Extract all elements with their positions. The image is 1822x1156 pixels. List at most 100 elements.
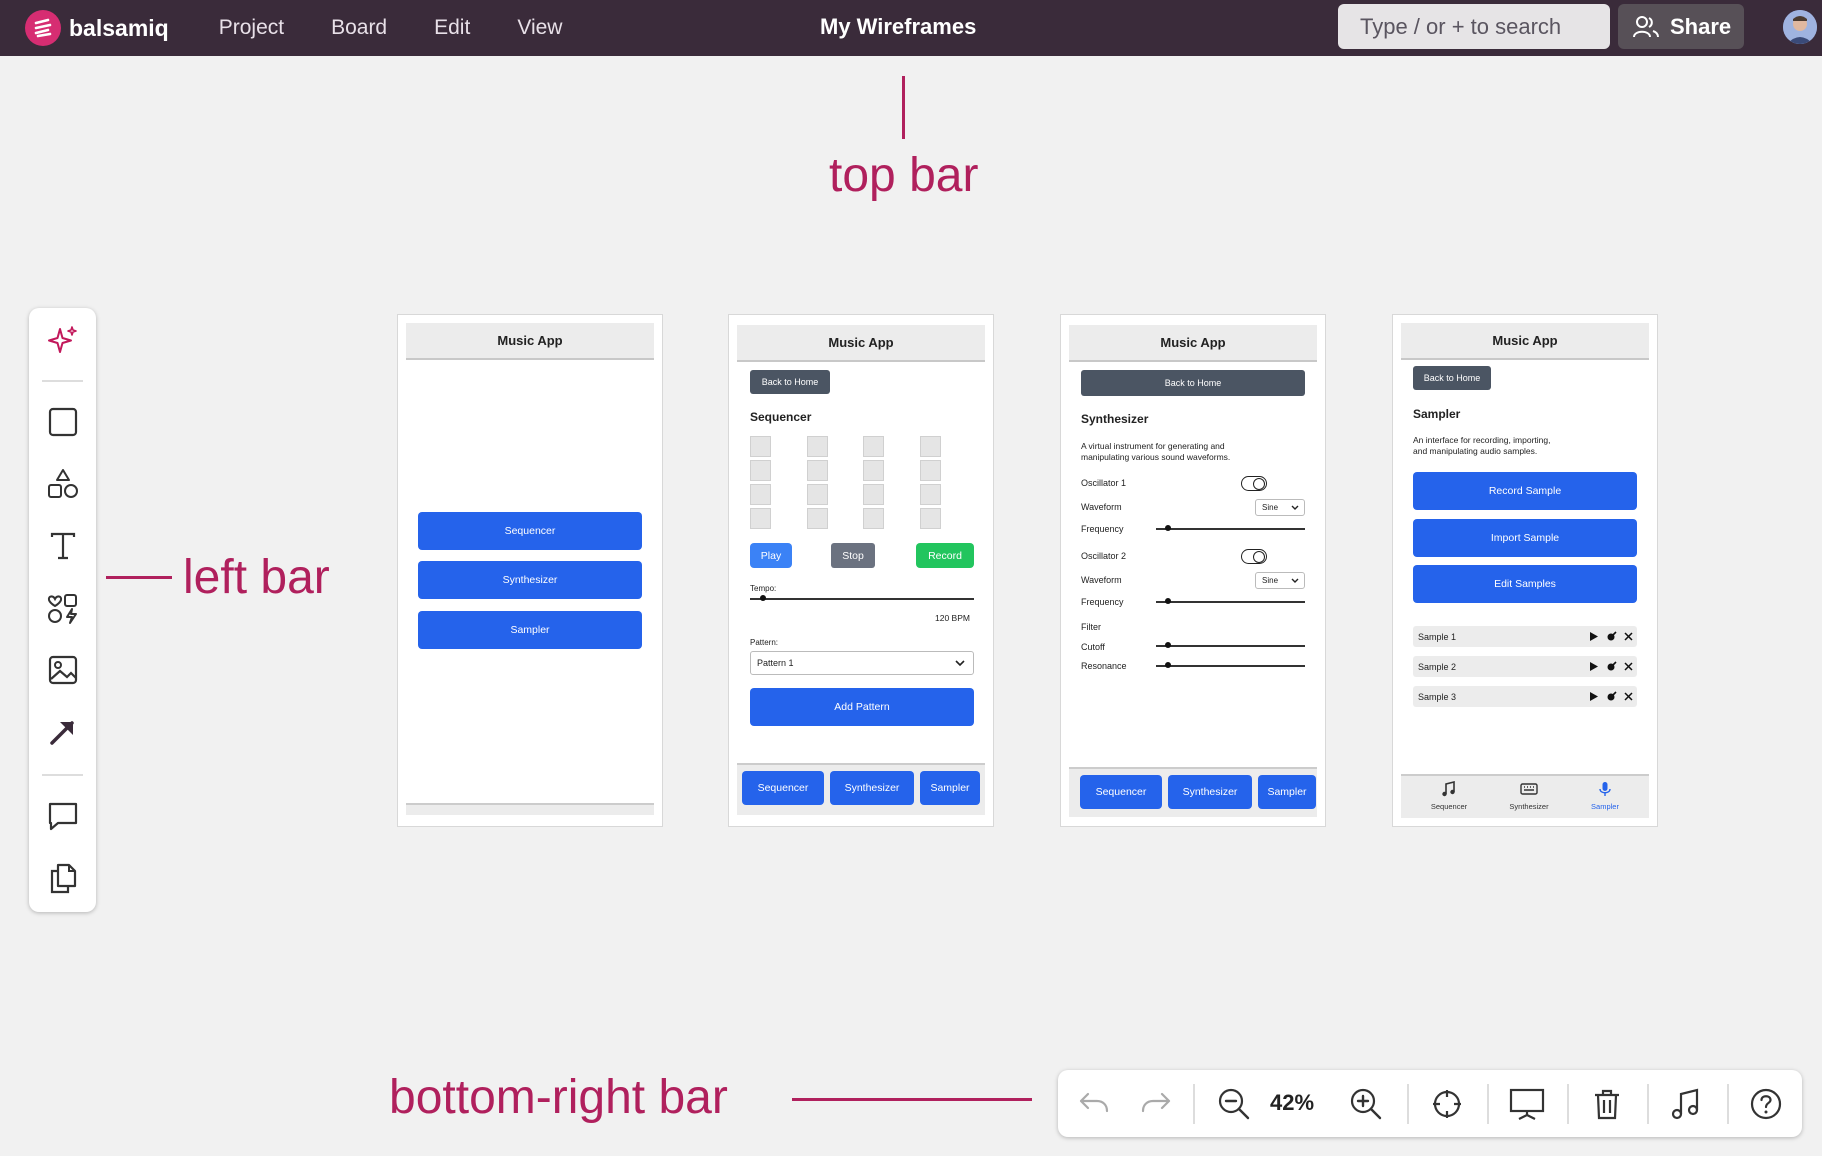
record-sample-button[interactable]: Record Sample	[1413, 472, 1637, 510]
frequency-1-knob[interactable]	[1165, 525, 1171, 531]
balsamiq-logo[interactable]: balsamiq	[25, 10, 169, 46]
trash-button[interactable]	[1585, 1082, 1629, 1126]
step-cell[interactable]	[863, 484, 884, 505]
comment-tool[interactable]	[41, 794, 85, 838]
play-icon[interactable]	[1589, 631, 1599, 642]
sequencer-button[interactable]: Sequencer	[418, 512, 642, 550]
oscillator-2-toggle[interactable]	[1241, 549, 1267, 564]
resonance-slider[interactable]	[1156, 665, 1305, 667]
user-avatar[interactable]	[1783, 10, 1817, 44]
tab-sampler[interactable]: Sampler	[1577, 781, 1633, 811]
add-pattern-button[interactable]: Add Pattern	[750, 688, 974, 726]
search-input[interactable]: Type / or + to search	[1338, 4, 1610, 49]
step-cell[interactable]	[750, 484, 771, 505]
frequency-2-slider[interactable]	[1156, 601, 1305, 603]
zoom-out-button[interactable]	[1212, 1082, 1256, 1126]
share-button[interactable]: Share	[1618, 4, 1744, 49]
sample-row[interactable]: Sample 3	[1413, 686, 1637, 707]
nav-synthesizer-button[interactable]: Synthesizer	[830, 771, 914, 805]
waveform-2-select[interactable]: Sine	[1255, 572, 1305, 589]
step-cell[interactable]	[863, 436, 884, 457]
shapes-tool[interactable]	[41, 462, 85, 506]
step-cell[interactable]	[807, 508, 828, 529]
undo-button[interactable]	[1072, 1082, 1116, 1126]
step-cell[interactable]	[807, 436, 828, 457]
step-cell[interactable]	[750, 460, 771, 481]
oscillator-1-toggle[interactable]	[1241, 476, 1267, 491]
nav-sequencer-button[interactable]: Sequencer	[742, 771, 824, 805]
step-cell[interactable]	[750, 508, 771, 529]
sampler-button[interactable]: Sampler	[418, 611, 642, 649]
wireframe-home[interactable]: Music App Sequencer Synthesizer Sampler	[397, 314, 663, 827]
duplicate-tool[interactable]	[41, 856, 85, 900]
menu-view[interactable]: View	[517, 16, 562, 40]
main-menu: Project Board Edit View	[219, 16, 610, 40]
synthesizer-button[interactable]: Synthesizer	[418, 561, 642, 599]
nav-sequencer-button[interactable]: Sequencer	[1080, 775, 1162, 809]
play-icon[interactable]	[1589, 661, 1599, 672]
delete-icon[interactable]	[1623, 661, 1634, 672]
edit-icon[interactable]	[1606, 631, 1617, 642]
delete-icon[interactable]	[1623, 691, 1634, 702]
menu-board[interactable]: Board	[331, 16, 387, 40]
nav-sampler-button[interactable]: Sampler	[1258, 775, 1316, 809]
back-to-home-button[interactable]: Back to Home	[1081, 370, 1305, 396]
present-button[interactable]	[1505, 1082, 1549, 1126]
step-cell[interactable]	[920, 484, 941, 505]
music-button[interactable]	[1664, 1082, 1708, 1126]
step-cell[interactable]	[807, 484, 828, 505]
wireframe-synthesizer[interactable]: Music App Back to Home Synthesizer A vir…	[1060, 314, 1326, 827]
icons-tool[interactable]	[41, 586, 85, 630]
sample-row[interactable]: Sample 2	[1413, 656, 1637, 677]
play-icon[interactable]	[1589, 691, 1599, 702]
tab-sequencer[interactable]: Sequencer	[1421, 780, 1477, 811]
cutoff-knob[interactable]	[1165, 642, 1171, 648]
nav-synthesizer-button[interactable]: Synthesizer	[1168, 775, 1252, 809]
sample-row[interactable]: Sample 1	[1413, 626, 1637, 647]
text-tool[interactable]	[41, 524, 85, 568]
waveform-1-select[interactable]: Sine	[1255, 499, 1305, 516]
zoom-in-button[interactable]	[1344, 1082, 1388, 1126]
step-cell[interactable]	[750, 436, 771, 457]
rectangle-tool[interactable]	[41, 400, 85, 444]
document-title[interactable]: My Wireframes	[820, 14, 976, 40]
back-to-home-button[interactable]: Back to Home	[1413, 366, 1491, 390]
edit-icon[interactable]	[1606, 661, 1617, 672]
tempo-slider[interactable]	[750, 598, 974, 600]
pattern-select[interactable]: Pattern 1	[750, 651, 974, 675]
ai-sparkle-tool[interactable]	[41, 319, 85, 363]
help-button[interactable]	[1744, 1082, 1788, 1126]
wireframe-sampler[interactable]: Music App Back to Home Sampler An interf…	[1392, 314, 1658, 827]
frequency-2-knob[interactable]	[1165, 598, 1171, 604]
import-sample-button[interactable]: Import Sample	[1413, 519, 1637, 557]
step-cell[interactable]	[863, 508, 884, 529]
cutoff-slider[interactable]	[1156, 645, 1305, 647]
image-tool[interactable]	[41, 648, 85, 692]
frequency-1-slider[interactable]	[1156, 528, 1305, 530]
record-button[interactable]: Record	[916, 543, 974, 568]
step-cell[interactable]	[807, 460, 828, 481]
edit-icon[interactable]	[1606, 691, 1617, 702]
tab-synthesizer[interactable]: Synthesizer	[1501, 781, 1557, 811]
arrow-tool[interactable]	[41, 710, 85, 754]
stop-button[interactable]: Stop	[831, 543, 875, 568]
fit-to-screen-button[interactable]	[1425, 1082, 1469, 1126]
tempo-slider-knob[interactable]	[760, 595, 766, 601]
edit-samples-button[interactable]: Edit Samples	[1413, 565, 1637, 603]
step-cell[interactable]	[920, 508, 941, 529]
step-cell[interactable]	[920, 460, 941, 481]
delete-icon[interactable]	[1623, 631, 1634, 642]
waveform-2-label: Waveform	[1081, 575, 1122, 585]
step-cell[interactable]	[920, 436, 941, 457]
zoom-level[interactable]: 42%	[1270, 1090, 1314, 1116]
menu-project[interactable]: Project	[219, 16, 284, 40]
redo-button[interactable]	[1134, 1082, 1178, 1126]
bpm-value: 120 BPM	[935, 613, 970, 623]
play-button[interactable]: Play	[750, 543, 792, 568]
back-to-home-button[interactable]: Back to Home	[750, 370, 830, 394]
nav-sampler-button[interactable]: Sampler	[920, 771, 980, 805]
wireframe-sequencer[interactable]: Music App Back to Home Sequencer Play St…	[728, 314, 994, 827]
step-cell[interactable]	[863, 460, 884, 481]
resonance-knob[interactable]	[1165, 662, 1171, 668]
menu-edit[interactable]: Edit	[434, 16, 470, 40]
